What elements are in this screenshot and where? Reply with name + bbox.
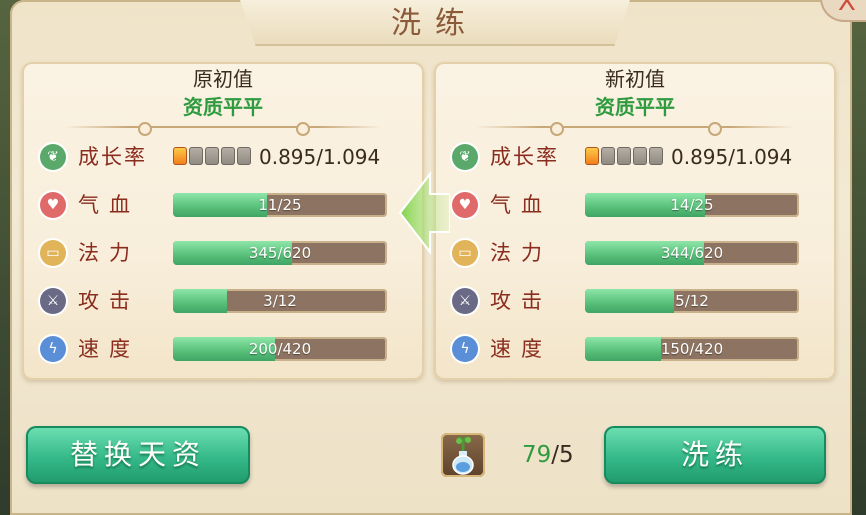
attack-bar: 3/12 bbox=[173, 289, 387, 313]
growth-pip bbox=[205, 147, 219, 165]
dialog-title: 洗练 bbox=[391, 6, 479, 41]
bar-value: 200/420 bbox=[248, 340, 312, 358]
bar-value: 150/420 bbox=[660, 340, 724, 358]
scroll-icon: ▭ bbox=[452, 240, 478, 266]
sprout-icon: ❦ bbox=[40, 144, 66, 170]
attack-bar: 5/12 bbox=[585, 289, 799, 313]
lightning-icon: ϟ bbox=[452, 336, 478, 362]
growth-pip bbox=[237, 147, 251, 165]
mp-row: ▭ 法力 345/620 bbox=[40, 236, 412, 270]
hp-bar: 14/25 bbox=[585, 193, 799, 217]
growth-value: 0.895/1.094 bbox=[259, 145, 381, 169]
divider-ornament bbox=[708, 122, 722, 136]
growth-pip bbox=[221, 147, 235, 165]
bar-value: 14/25 bbox=[670, 196, 714, 214]
new-values-card: 新初值 资质平平 ❦ 成长率 0.895/1.094 ♥ 气血 14/25 ▭ … bbox=[434, 62, 836, 380]
arrow-left-icon bbox=[398, 171, 450, 255]
item-count: 79/5 bbox=[522, 440, 574, 470]
attack-row: ⚔ 攻击 3/12 bbox=[40, 284, 412, 318]
speed-bar: 150/420 bbox=[585, 337, 799, 361]
lightning-icon: ϟ bbox=[40, 336, 66, 362]
stat-label: 攻击 bbox=[490, 289, 552, 313]
hp-row: ♥ 气血 14/25 bbox=[452, 188, 824, 222]
speed-row: ϟ 速度 150/420 bbox=[452, 332, 824, 366]
scroll-icon: ▭ bbox=[40, 240, 66, 266]
growth-pip bbox=[585, 147, 599, 165]
stat-label: 攻击 bbox=[78, 289, 140, 313]
bar-value: 344/620 bbox=[660, 244, 724, 262]
stat-label: 法力 bbox=[490, 241, 552, 265]
growth-pips bbox=[585, 147, 665, 167]
growth-row: ❦ 成长率 0.895/1.094 bbox=[452, 140, 824, 174]
growth-pip bbox=[173, 147, 187, 165]
growth-pips bbox=[173, 147, 253, 167]
card-title: 原初值 bbox=[193, 67, 253, 91]
stat-label: 法力 bbox=[78, 241, 140, 265]
mp-bar: 345/620 bbox=[173, 241, 387, 265]
divider-ornament bbox=[550, 122, 564, 136]
bar-value: 11/25 bbox=[258, 196, 302, 214]
growth-pip bbox=[649, 147, 663, 165]
card-title: 新初值 bbox=[605, 67, 665, 91]
stat-label: 气血 bbox=[490, 193, 552, 217]
stat-label: 成长率 bbox=[490, 145, 559, 169]
close-icon: X bbox=[838, 0, 856, 17]
growth-pip bbox=[617, 147, 631, 165]
growth-pip bbox=[633, 147, 647, 165]
growth-row: ❦ 成长率 0.895/1.094 bbox=[40, 140, 412, 174]
sword-icon: ⚔ bbox=[452, 288, 478, 314]
growth-pip bbox=[601, 147, 615, 165]
speed-bar: 200/420 bbox=[173, 337, 387, 361]
bar-value: 345/620 bbox=[248, 244, 312, 262]
potion-icon bbox=[452, 435, 474, 475]
stat-label: 气血 bbox=[78, 193, 140, 217]
item-required: /5 bbox=[551, 442, 574, 468]
growth-value: 0.895/1.094 bbox=[671, 145, 793, 169]
bar-value: 3/12 bbox=[263, 292, 297, 310]
quality-label: 资质平平 bbox=[595, 95, 675, 119]
heart-icon: ♥ bbox=[452, 192, 478, 218]
refine-button[interactable]: 洗练 bbox=[604, 426, 826, 484]
growth-pip bbox=[189, 147, 203, 165]
stat-label: 成长率 bbox=[78, 145, 147, 169]
divider-ornament bbox=[296, 122, 310, 136]
stat-label: 速度 bbox=[78, 337, 140, 361]
heart-icon: ♥ bbox=[40, 192, 66, 218]
replace-aptitude-button[interactable]: 替换天资 bbox=[26, 426, 250, 484]
divider bbox=[64, 126, 382, 128]
speed-row: ϟ 速度 200/420 bbox=[40, 332, 412, 366]
item-slot[interactable] bbox=[441, 433, 485, 477]
bar-value: 5/12 bbox=[675, 292, 709, 310]
stat-label: 速度 bbox=[490, 337, 552, 361]
mp-bar: 344/620 bbox=[585, 241, 799, 265]
sprout-icon: ❦ bbox=[452, 144, 478, 170]
hp-bar: 11/25 bbox=[173, 193, 387, 217]
divider bbox=[476, 126, 794, 128]
hp-row: ♥ 气血 11/25 bbox=[40, 188, 412, 222]
divider-ornament bbox=[138, 122, 152, 136]
mp-row: ▭ 法力 344/620 bbox=[452, 236, 824, 270]
sword-icon: ⚔ bbox=[40, 288, 66, 314]
quality-label: 资质平平 bbox=[183, 95, 263, 119]
attack-row: ⚔ 攻击 5/12 bbox=[452, 284, 824, 318]
item-owned: 79 bbox=[522, 442, 552, 468]
original-values-card: 原初值 资质平平 ❦ 成长率 0.895/1.094 ♥ 气血 11/25 ▭ … bbox=[22, 62, 424, 380]
